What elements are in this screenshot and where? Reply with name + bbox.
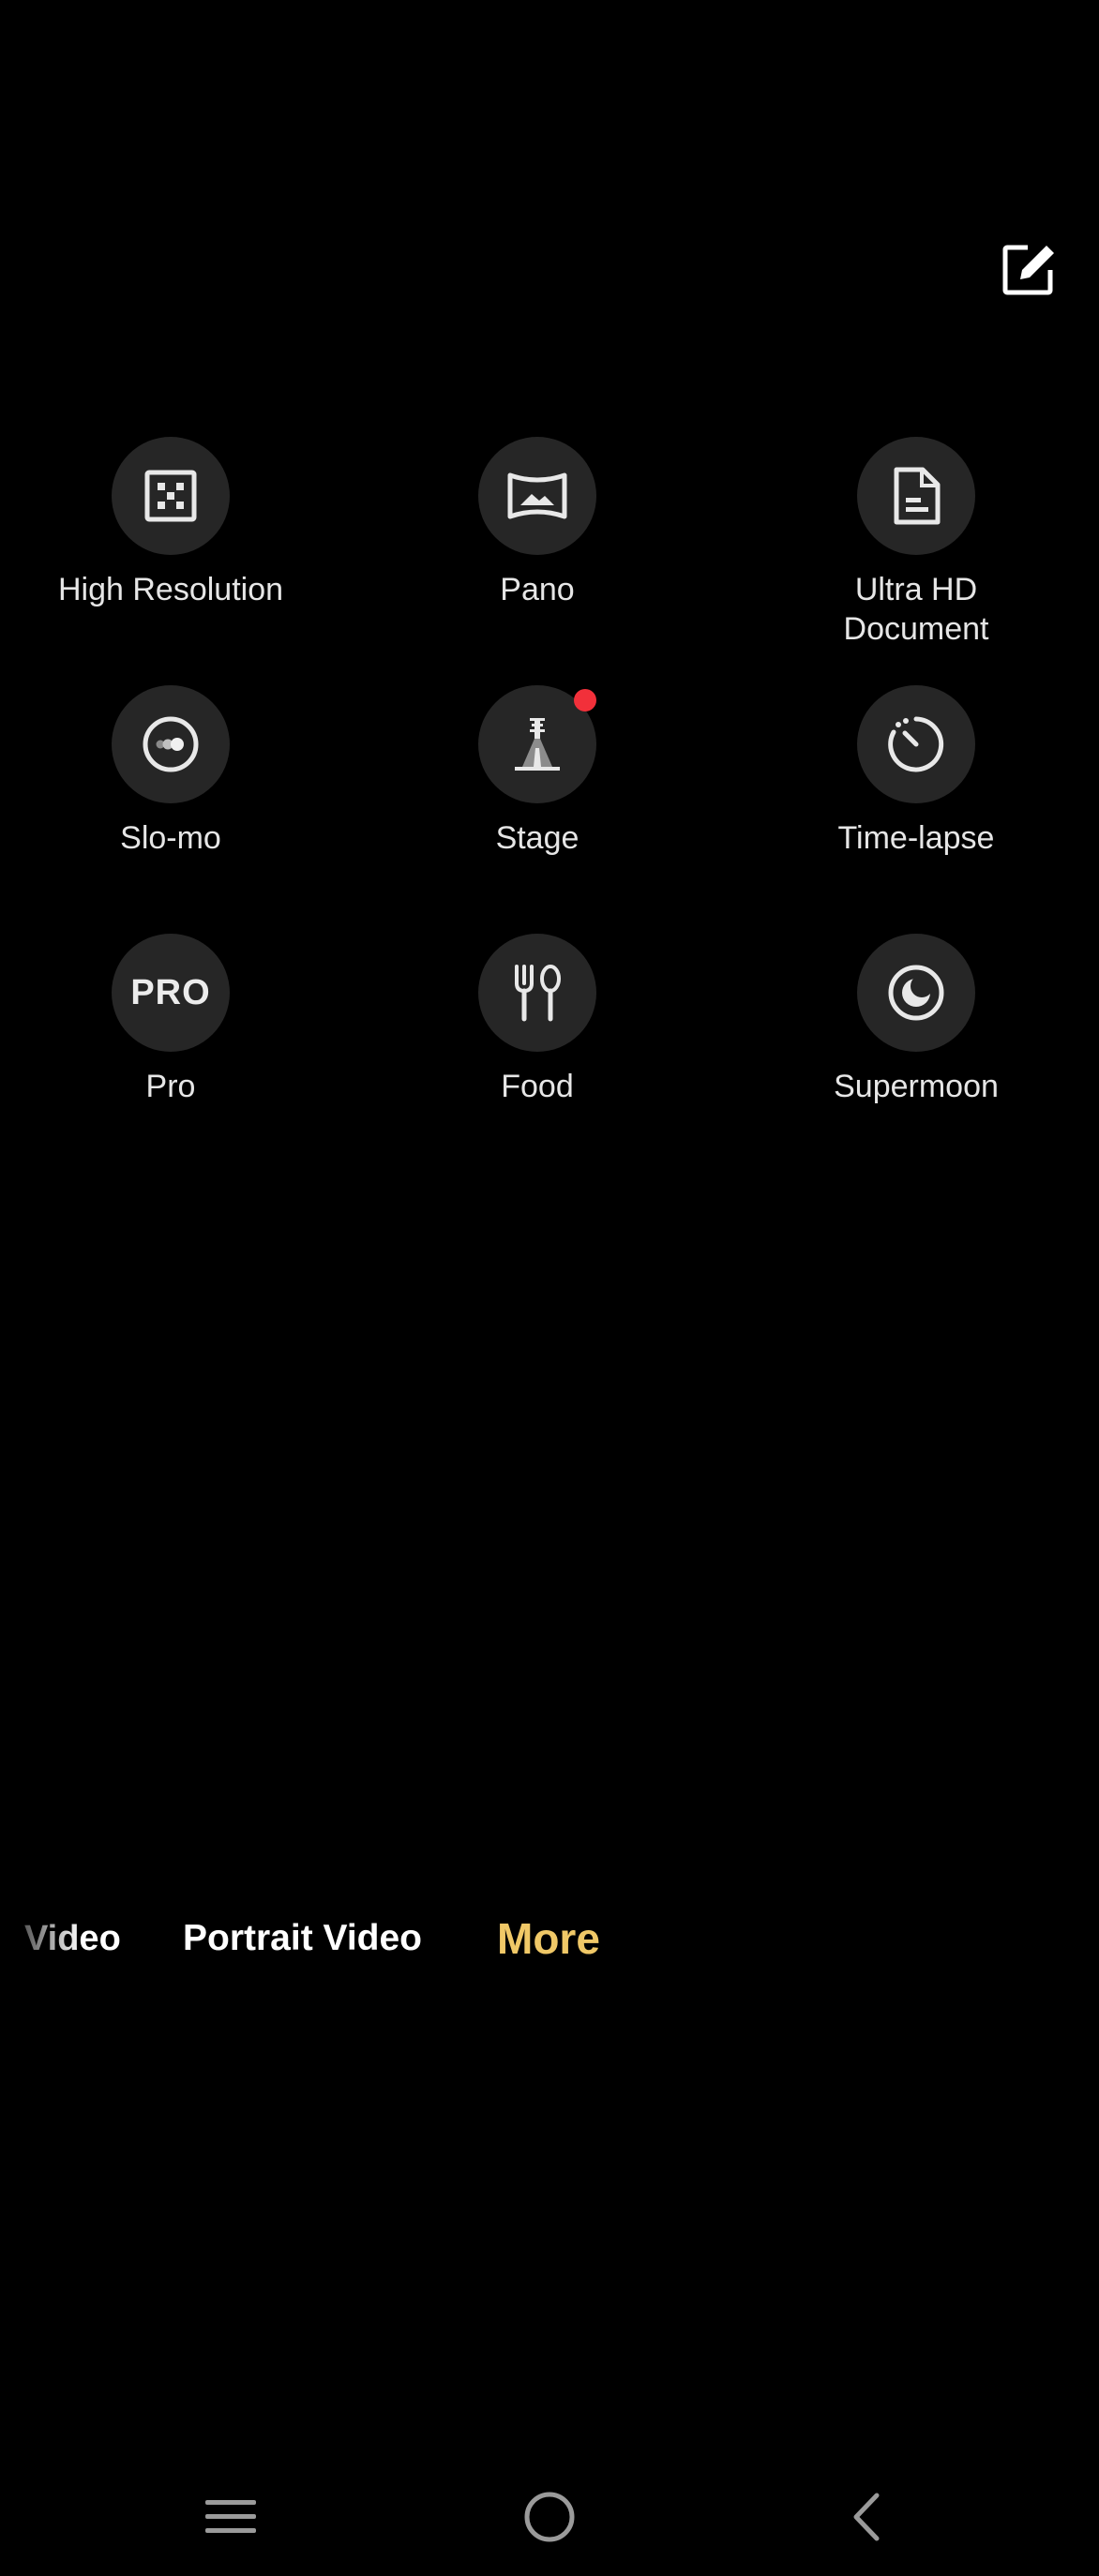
mode-label: Food bbox=[501, 1069, 574, 1104]
mode-circle bbox=[478, 934, 596, 1052]
edit-icon bbox=[1002, 245, 1054, 295]
high-resolution-icon bbox=[144, 470, 197, 522]
mode-circle: PRO bbox=[112, 934, 230, 1052]
mode-circle bbox=[478, 437, 596, 555]
mode-label: High Resolution bbox=[57, 572, 284, 607]
fork-spoon-icon bbox=[515, 965, 561, 1022]
mode-circle bbox=[857, 685, 975, 803]
mode-circle bbox=[478, 685, 596, 803]
pro-icon: PRO bbox=[130, 972, 211, 1012]
home-icon bbox=[524, 2492, 575, 2542]
mode-tab-video[interactable]: Video bbox=[24, 1912, 121, 1965]
mode-tab-more[interactable]: More bbox=[497, 1912, 600, 1965]
mode-pano[interactable]: Pano bbox=[341, 437, 733, 685]
mode-supermoon[interactable]: Supermoon bbox=[733, 934, 1099, 1182]
mode-grid: High Resolution Pano Ultra HD Document S… bbox=[0, 437, 1099, 1182]
mode-label: Pro bbox=[145, 1069, 196, 1104]
mode-circle bbox=[112, 437, 230, 555]
mode-stage[interactable]: Stage bbox=[341, 685, 733, 934]
mode-label: Pano bbox=[500, 572, 575, 607]
mode-circle bbox=[857, 437, 975, 555]
mode-label: Slo-mo bbox=[120, 820, 221, 856]
mode-label: Supermoon bbox=[834, 1069, 999, 1104]
mode-label: Stage bbox=[495, 820, 580, 856]
edit-modes-button[interactable] bbox=[1000, 242, 1056, 298]
mode-ultra-hd-document[interactable]: Ultra HD Document bbox=[733, 437, 1099, 685]
nav-back-button[interactable] bbox=[823, 2475, 908, 2559]
document-icon bbox=[894, 467, 941, 525]
moon-icon bbox=[888, 965, 944, 1021]
time-lapse-icon bbox=[888, 716, 944, 772]
camera-mode-strip: Video Portrait Video More bbox=[0, 1912, 1099, 1965]
slo-mo-icon bbox=[143, 716, 199, 772]
mode-tab-portrait-video[interactable]: Portrait Video bbox=[183, 1912, 422, 1965]
mode-food[interactable]: Food bbox=[341, 934, 733, 1182]
mode-label: Ultra HD Document bbox=[843, 572, 989, 647]
mode-circle bbox=[112, 685, 230, 803]
mode-pro[interactable]: PRO Pro bbox=[0, 934, 341, 1182]
new-badge bbox=[574, 689, 596, 711]
system-nav-bar bbox=[0, 2475, 1099, 2559]
mode-time-lapse[interactable]: Time-lapse bbox=[733, 685, 1099, 934]
nav-home-button[interactable] bbox=[507, 2475, 592, 2559]
nav-menu-button[interactable] bbox=[188, 2475, 273, 2559]
back-icon bbox=[853, 2493, 880, 2541]
pano-icon bbox=[507, 472, 567, 519]
mode-high-resolution[interactable]: High Resolution bbox=[0, 437, 341, 685]
mode-slo-mo[interactable]: Slo-mo bbox=[0, 685, 341, 934]
stage-spotlight-icon bbox=[515, 718, 560, 771]
mode-circle bbox=[857, 934, 975, 1052]
menu-icon bbox=[205, 2500, 256, 2533]
mode-label: Time-lapse bbox=[837, 820, 995, 856]
